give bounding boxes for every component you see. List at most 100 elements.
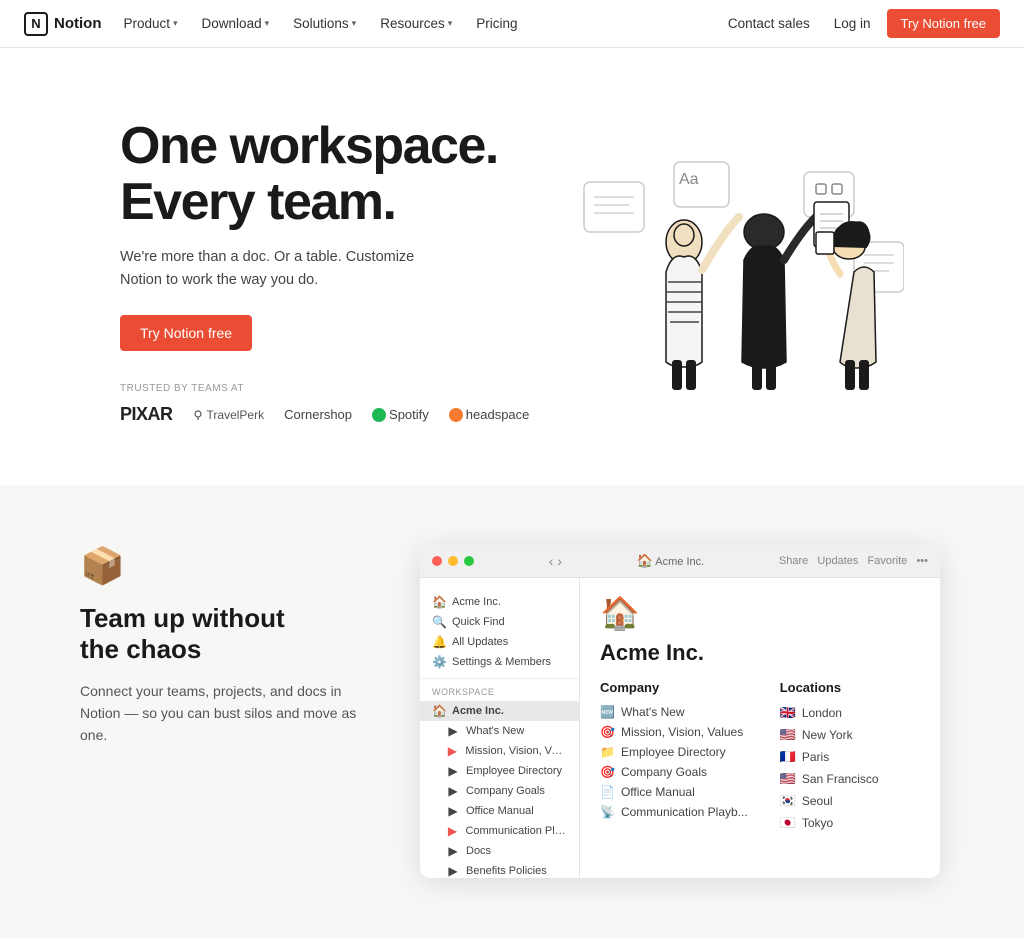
headspace-icon	[449, 408, 463, 422]
hero-subtitle: We're more than a doc. Or a table. Custo…	[120, 246, 420, 291]
comm-icon: 📡	[600, 805, 615, 819]
flag-kr: 🇰🇷	[780, 793, 796, 809]
chevron-down-icon: ▾	[265, 18, 270, 29]
list-item: 🎯 Company Goals	[600, 765, 748, 779]
sidebar-top-items: 🏠 Acme Inc. 🔍 Quick Find 🔔 All Updates	[420, 586, 579, 679]
section2-left: 📦 Team up without the chaos Connect your…	[80, 545, 360, 747]
acme-icon: 🏠	[432, 595, 446, 609]
minimize-icon[interactable]	[448, 556, 458, 566]
try-notion-free-button[interactable]: Try Notion free	[887, 9, 1001, 38]
sidebar-page-mission[interactable]: ▶ Mission, Vision, Valu...	[420, 741, 579, 761]
nav-item-resources[interactable]: Resources ▾	[370, 10, 462, 37]
sidebar-item-quickfind[interactable]: 🔍 Quick Find	[420, 612, 579, 632]
spotify-icon	[372, 408, 386, 422]
contact-sales-link[interactable]: Contact sales	[720, 10, 818, 37]
list-item: 🇬🇧 London	[780, 705, 879, 721]
sidebar-page-office[interactable]: ▶ Office Manual	[420, 801, 579, 821]
whatsnew-icon: 🆕	[600, 705, 615, 719]
navbar: N Notion Product ▾ Download ▾ Solutions …	[0, 0, 1024, 48]
page-title: Acme Inc.	[600, 640, 920, 666]
list-item: 📡 Communication Playb...	[600, 805, 748, 819]
list-item: 🇰🇷 Seoul	[780, 793, 879, 809]
svg-text:Aa: Aa	[679, 171, 699, 188]
hero-cta-button[interactable]: Try Notion free	[120, 315, 252, 351]
mockup-sidebar: 🏠 Acme Inc. 🔍 Quick Find 🔔 All Updates	[420, 578, 580, 878]
nav-item-product[interactable]: Product ▾	[113, 10, 187, 37]
trusted-logos: PIXAR TravelPerk Cornershop Spotify head…	[120, 404, 529, 425]
section2-desc: Connect your teams, projects, and docs i…	[80, 680, 360, 747]
nav-logo[interactable]: N Notion	[24, 12, 101, 36]
chevron-down-icon: ▾	[352, 18, 357, 29]
locations-column: Locations 🇬🇧 London 🇺🇸 New York 🇫🇷	[780, 680, 879, 837]
location-icon	[193, 410, 203, 420]
company-column: Company 🆕 What's New 🎯 Mission, Vision, …	[600, 680, 748, 837]
trusted-label: TRUSTED BY TEAMS AT	[120, 383, 529, 394]
list-item: 🎯 Mission, Vision, Values	[600, 725, 748, 739]
flag-fr: 🇫🇷	[780, 749, 796, 765]
sidebar-page-whatsnew[interactable]: ▶ What's New	[420, 721, 579, 741]
hero-title: One workspace. Every team.	[120, 118, 529, 230]
list-item: 🇯🇵 Tokyo	[780, 815, 879, 831]
sidebar-page-acme[interactable]: 🏠 Acme Inc.	[420, 701, 579, 721]
list-item: 🇺🇸 San Francisco	[780, 771, 879, 787]
gear-icon: ⚙️	[432, 655, 446, 669]
list-item: 🇫🇷 Paris	[780, 749, 879, 765]
sidebar-page-employee[interactable]: ▶ Employee Directory	[420, 761, 579, 781]
sidebar-page-goals[interactable]: ▶ Company Goals	[420, 781, 579, 801]
nav-right: Contact sales Log in Try Notion free	[720, 9, 1000, 38]
search-icon: 🔍	[432, 615, 446, 629]
nav-item-pricing[interactable]: Pricing	[466, 10, 527, 37]
flag-uk: 🇬🇧	[780, 705, 796, 721]
sidebar-item-settings[interactable]: ⚙️ Settings & Members	[420, 652, 579, 672]
logo-travelperk: TravelPerk	[193, 408, 265, 422]
workspace-label: WORKSPACE	[420, 683, 579, 701]
sidebar-page-communication[interactable]: ▶ Communication Play...	[420, 821, 579, 841]
logo-spotify: Spotify	[372, 407, 429, 422]
maximize-icon[interactable]	[464, 556, 474, 566]
locations-col-header: Locations	[780, 680, 879, 695]
employee-icon: 📁	[600, 745, 615, 759]
team-icon: 📦	[80, 545, 360, 587]
notion-logo-icon: N	[24, 12, 48, 36]
breadcrumb: 🏠 Acme Inc.	[637, 553, 705, 569]
logo-headspace: headspace	[449, 407, 530, 422]
flag-us: 🇺🇸	[780, 727, 796, 743]
mockup-titlebar: ‹ › 🏠 Acme Inc. Share Updates Favorite •…	[420, 545, 940, 578]
logo-cornershop: Cornershop	[284, 407, 352, 422]
mission-icon: 🎯	[600, 725, 615, 739]
logo-pixar: PIXAR	[120, 404, 173, 425]
list-item: 📄 Office Manual	[600, 785, 748, 799]
hero-section: One workspace. Every team. We're more th…	[0, 48, 1024, 485]
sidebar-item-allupdates[interactable]: 🔔 All Updates	[420, 632, 579, 652]
teamup-section: 📦 Team up without the chaos Connect your…	[0, 485, 1024, 938]
list-item: 🇺🇸 New York	[780, 727, 879, 743]
page-icon: 🏠	[600, 594, 920, 632]
office-icon: 📄	[600, 785, 615, 799]
topbar-actions: Share Updates Favorite •••	[779, 555, 928, 567]
list-item: 📁 Employee Directory	[600, 745, 748, 759]
sidebar-page-benefits[interactable]: ▶ Benefits Policies	[420, 861, 579, 878]
login-link[interactable]: Log in	[826, 10, 879, 37]
nav-arrows: ‹ ›	[549, 553, 562, 569]
sidebar-item-acme-top[interactable]: 🏠 Acme Inc.	[420, 592, 579, 612]
mockup-body: 🏠 Acme Inc. 🔍 Quick Find 🔔 All Updates	[420, 578, 940, 878]
nav-item-solutions[interactable]: Solutions ▾	[283, 10, 366, 37]
close-icon[interactable]	[432, 556, 442, 566]
bell-icon: 🔔	[432, 635, 446, 649]
mockup-main-content: 🏠 Acme Inc. Company 🆕 What's New 🎯 Missi	[580, 578, 940, 878]
hero-svg: Aa	[564, 142, 904, 402]
two-columns: Company 🆕 What's New 🎯 Mission, Vision, …	[600, 680, 920, 837]
company-col-header: Company	[600, 680, 748, 695]
list-item: 🆕 What's New	[600, 705, 748, 719]
goals-icon: 🎯	[600, 765, 615, 779]
flag-us2: 🇺🇸	[780, 771, 796, 787]
chevron-down-icon: ▾	[448, 18, 453, 29]
sidebar-page-docs[interactable]: ▶ Docs	[420, 841, 579, 861]
nav-left: N Notion Product ▾ Download ▾ Solutions …	[24, 10, 528, 37]
hero-left: One workspace. Every team. We're more th…	[120, 118, 529, 425]
app-mockup: ‹ › 🏠 Acme Inc. Share Updates Favorite •…	[420, 545, 940, 878]
chevron-down-icon: ▾	[173, 18, 178, 29]
nav-logo-text: Notion	[54, 15, 101, 32]
nav-item-download[interactable]: Download ▾	[192, 10, 280, 37]
flag-jp: 🇯🇵	[780, 815, 796, 831]
